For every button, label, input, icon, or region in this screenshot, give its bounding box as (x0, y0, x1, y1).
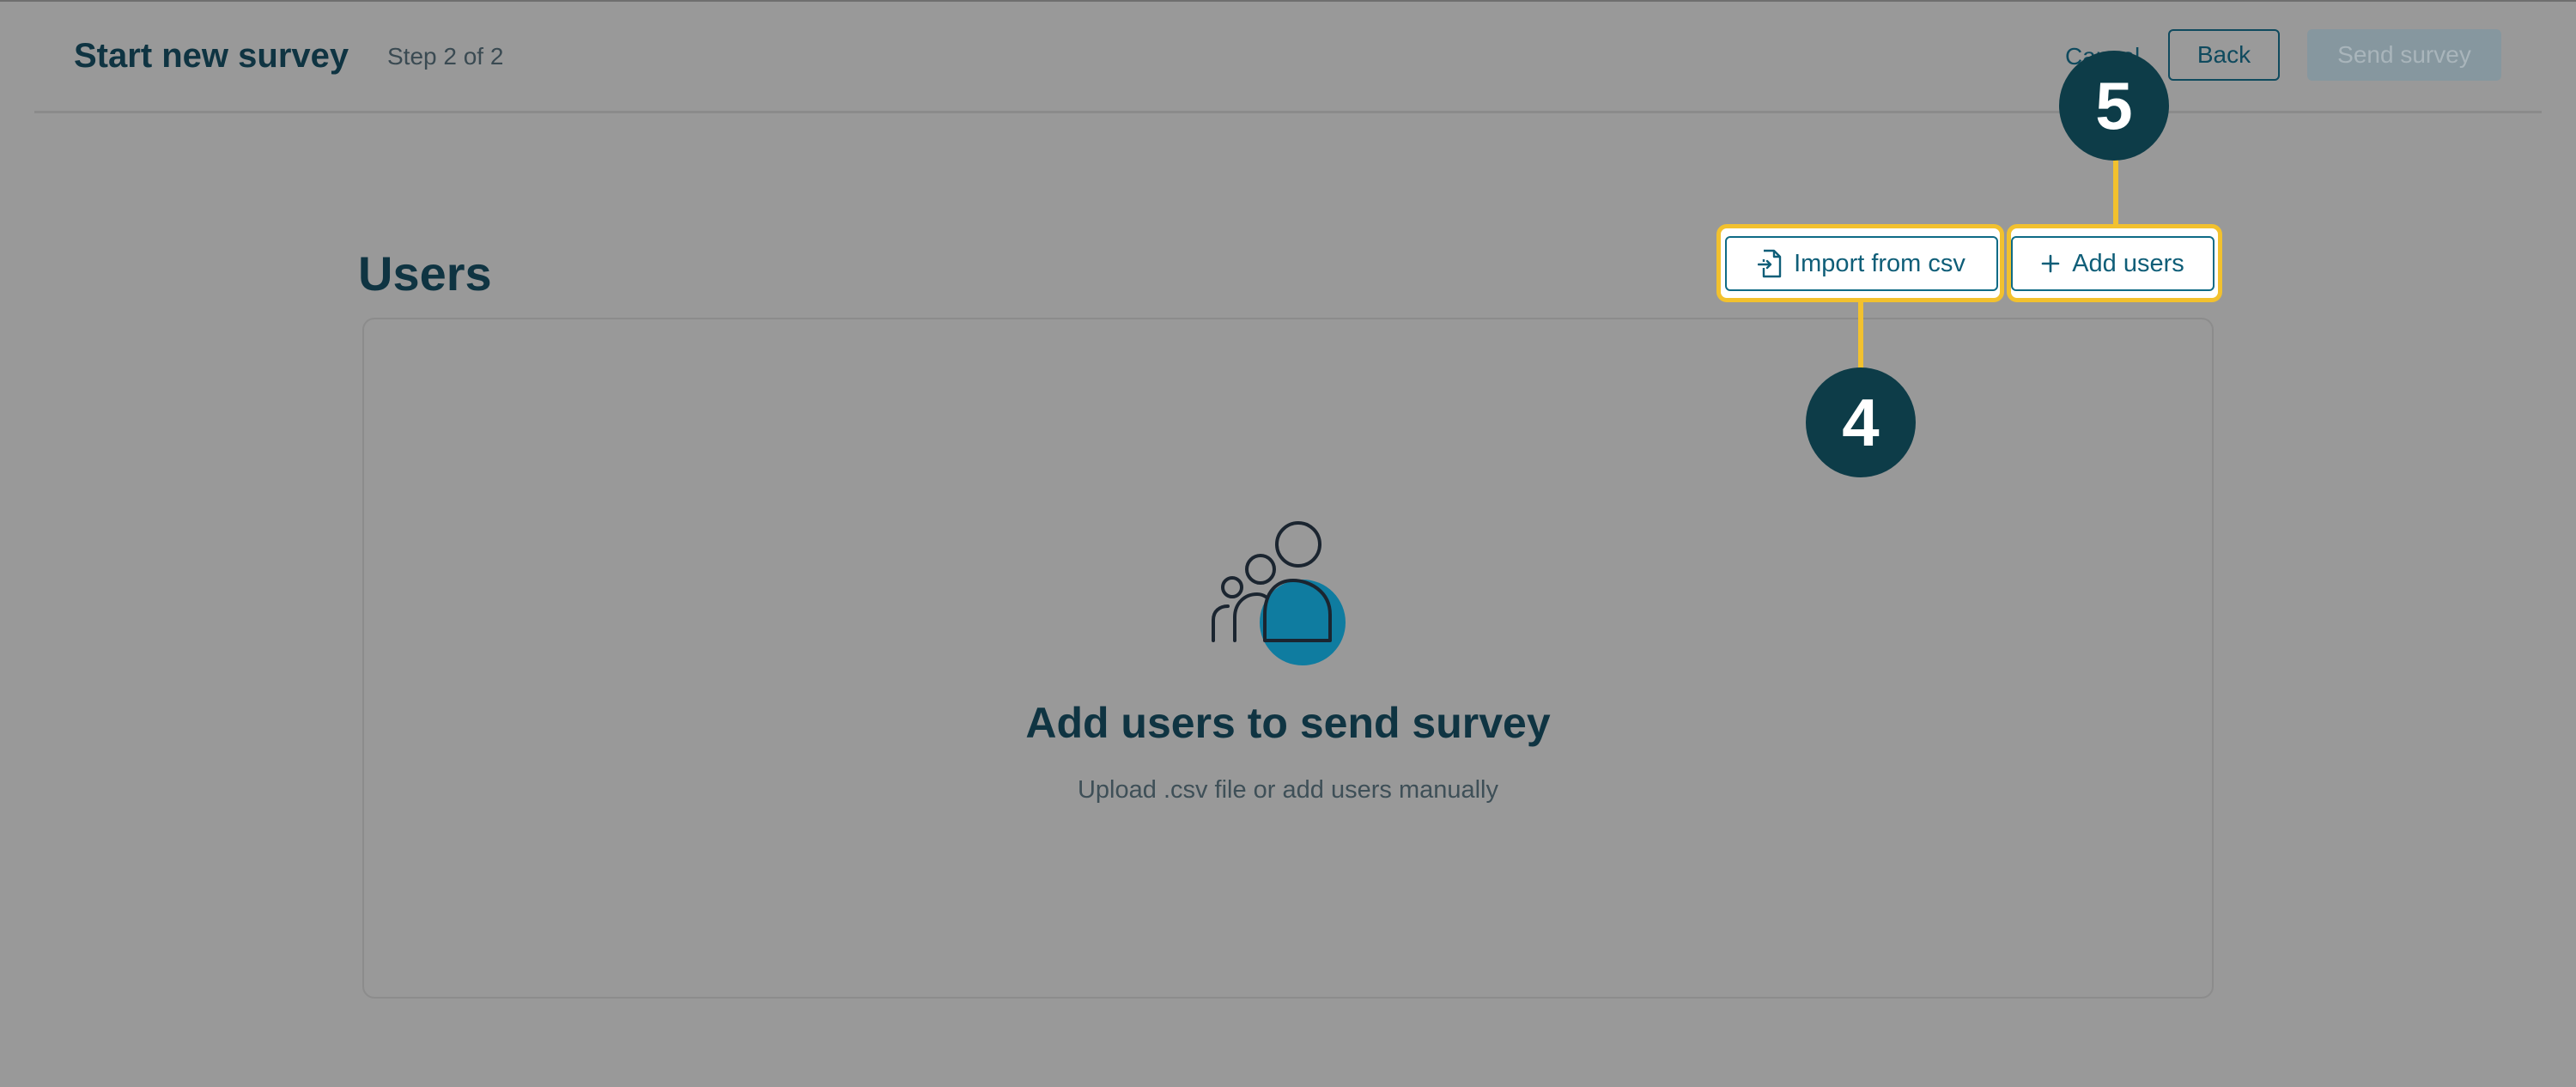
send-survey-button[interactable]: Send survey (2307, 29, 2501, 81)
plus-icon (2041, 254, 2060, 273)
add-users-button[interactable]: Add users (2011, 236, 2215, 291)
callout-badge-5: 5 (2059, 51, 2169, 161)
import-from-csv-button[interactable]: Import from csv (1725, 236, 1998, 291)
import-from-csv-label: Import from csv (1794, 249, 1965, 277)
file-import-icon (1758, 249, 1782, 278)
back-button[interactable]: Back (2168, 29, 2280, 81)
step-indicator: Step 2 of 2 (387, 43, 504, 70)
callout-4-connector (1858, 302, 1863, 369)
empty-state-subtitle: Upload .csv file or add users manually (1077, 776, 1498, 804)
add-users-label: Add users (2072, 249, 2184, 277)
page-title: Start new survey (74, 37, 349, 75)
callout-badge-4: 4 (1806, 367, 1916, 477)
window-top-edge (0, 0, 2576, 2)
empty-state-title: Add users to send survey (1025, 699, 1551, 747)
users-group-icon (1209, 519, 1364, 673)
users-section-title: Users (358, 246, 492, 301)
callout-5-connector (2113, 159, 2118, 224)
